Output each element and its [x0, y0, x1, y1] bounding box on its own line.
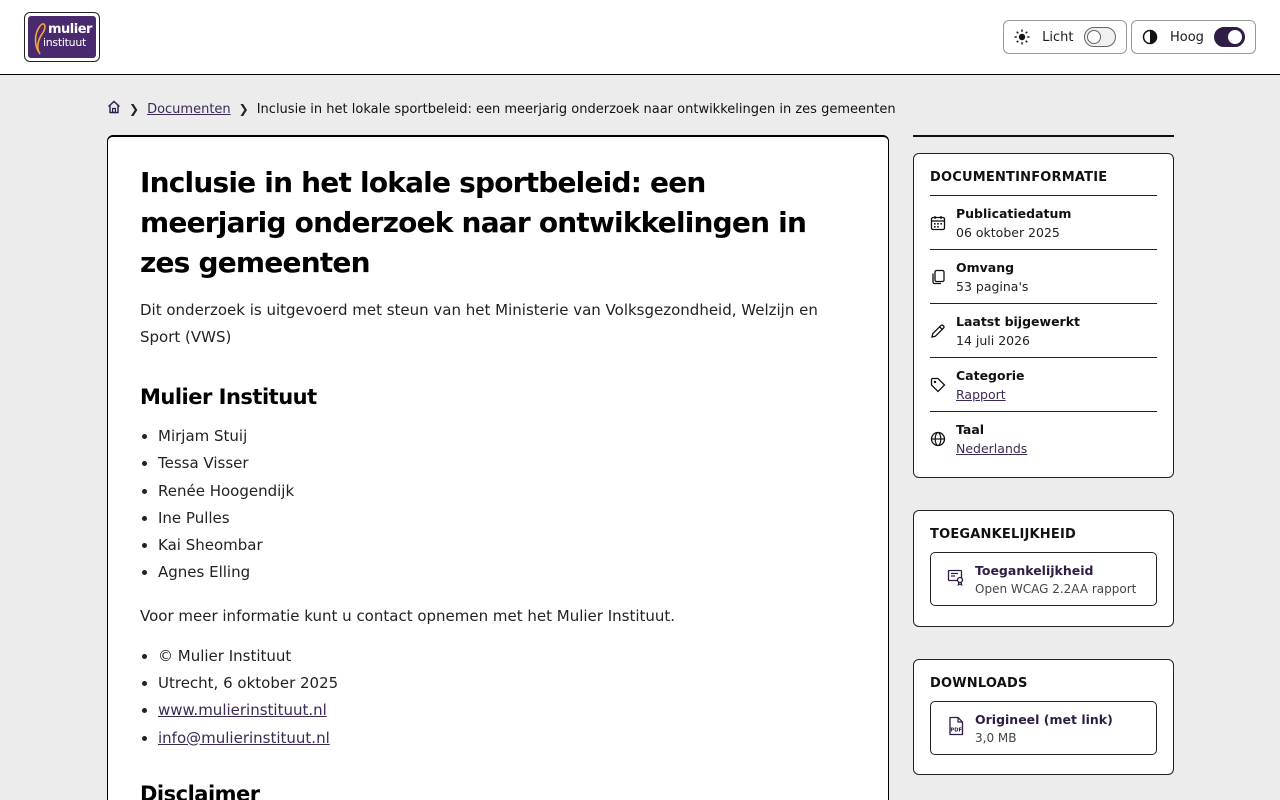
list-item: Mirjam Stuij	[158, 423, 856, 450]
pdf-icon: PDF	[947, 716, 965, 740]
section-heading: Mulier Instituut	[140, 385, 317, 409]
download-size: 3,0 MB	[975, 730, 1017, 745]
info-label: Laatst bijgewerkt	[956, 313, 1080, 329]
list-item: Kai Sheombar	[158, 532, 856, 559]
info-value: 14 juli 2026	[956, 332, 1031, 348]
download-title: Origineel (met link)	[975, 711, 1113, 727]
high-contrast-switch[interactable]	[1213, 27, 1245, 47]
download-original-button[interactable]: PDF Origineel (met link) 3,0 MB	[930, 701, 1157, 755]
list-item: Ine Pulles	[158, 505, 856, 532]
info-row-taal: Taal Nederlands	[930, 412, 1157, 466]
sun-icon	[1014, 28, 1030, 46]
mulier-logo: mulier instituut	[28, 16, 96, 58]
wcag-report-button[interactable]: Toegankelijkheid Open WCAG 2.2AA rapport	[930, 552, 1157, 606]
info-label: Omvang	[956, 259, 1015, 275]
info-value: 53 pagina's	[956, 278, 1029, 294]
list-item: Agnes Elling	[158, 559, 856, 586]
wcag-report-title: Toegankelijkheid	[975, 562, 1094, 578]
breadcrumb-documenten-link[interactable]: Documenten	[147, 102, 231, 117]
downloads-heading: DOWNLOADS	[930, 676, 1028, 691]
info-value: 06 oktober 2025	[956, 224, 1060, 240]
info-label: Taal	[956, 422, 985, 437]
high-contrast-toggle[interactable]: Hoog	[1131, 20, 1256, 54]
language-link[interactable]: Nederlands	[956, 441, 1027, 456]
contrast-icon	[1142, 28, 1158, 46]
info-label: Categorie	[956, 367, 1025, 383]
meta-list: © Mulier Instituut Utrecht, 6 oktober 20…	[140, 643, 856, 752]
website-link[interactable]: www.mulierinstituut.nl	[158, 701, 327, 719]
downloads-panel: DOWNLOADS PDF Origineel (met link) 3,0 M…	[913, 659, 1174, 775]
info-row-publicatiedatum: Publicatiedatum 06 oktober 2025	[930, 196, 1157, 250]
email-link[interactable]: info@mulierinstituut.nl	[158, 729, 330, 747]
pencil-icon	[930, 323, 956, 339]
sidebar-top-rule	[913, 135, 1174, 137]
disclaimer-heading: Disclaimer	[140, 781, 260, 800]
accessibility-panel: TOEGANKELIJKHEID Toegankelijkheid Open W…	[913, 510, 1174, 627]
author-list: Mirjam Stuij Tessa Visser Renée Hoogendi…	[140, 423, 856, 587]
wcag-report-subtitle: Open WCAG 2.2AA rapport	[975, 581, 1137, 596]
page-subtitle: Dit onderzoek is uitgevoerd met steun va…	[140, 301, 818, 346]
light-mode-toggle[interactable]: Licht	[1003, 20, 1127, 54]
list-item: Tessa Visser	[158, 450, 856, 477]
contact-text: Voor meer informatie kunt u contact opne…	[140, 606, 676, 625]
logo-text-line1: mulier	[48, 22, 92, 37]
tag-icon	[930, 377, 956, 393]
logo-link[interactable]: mulier instituut	[24, 12, 100, 62]
info-row-laatst-bijgewerkt: Laatst bijgewerkt 14 juli 2026	[930, 304, 1157, 358]
info-row-categorie: Categorie Rapport	[930, 358, 1157, 412]
info-label: Publicatiedatum	[956, 205, 1072, 221]
breadcrumb: ❯ Documenten ❯ Inclusie in het lokale sp…	[107, 100, 896, 118]
pages-icon	[930, 269, 956, 285]
website-item: www.mulierinstituut.nl	[158, 697, 856, 724]
certificate-icon	[947, 568, 965, 590]
high-contrast-label: Hoog	[1170, 29, 1204, 45]
place-date-item: Utrecht, 6 oktober 2025	[158, 670, 856, 697]
light-mode-label: Licht	[1042, 29, 1074, 45]
globe-icon	[930, 431, 956, 447]
document-content: Inclusie in het lokale sportbeleid: een …	[107, 135, 889, 800]
category-link[interactable]: Rapport	[956, 387, 1025, 402]
breadcrumb-separator: ❯	[238, 102, 249, 116]
light-mode-switch[interactable]	[1083, 27, 1116, 47]
accessibility-heading: TOEGANKELIJKHEID	[930, 527, 1076, 542]
copyright-item: © Mulier Instituut	[158, 643, 856, 670]
calendar-icon	[930, 215, 956, 231]
page-title: Inclusie in het lokale sportbeleid: een …	[140, 166, 807, 279]
breadcrumb-separator: ❯	[129, 102, 140, 116]
email-item: info@mulierinstituut.nl	[158, 725, 856, 752]
info-row-omvang: Omvang 53 pagina's	[930, 250, 1157, 304]
svg-text:PDF: PDF	[950, 728, 962, 734]
document-info-panel: DOCUMENTINFORMATIE Publicatiedatum 06 ok…	[913, 153, 1174, 478]
list-item: Renée Hoogendijk	[158, 478, 856, 505]
breadcrumb-current: Inclusie in het lokale sportbeleid: een …	[256, 101, 896, 117]
logo-text-line2: instituut	[43, 36, 86, 49]
home-icon[interactable]	[107, 100, 121, 118]
top-bar: mulier instituut Licht Hoog	[0, 0, 1280, 75]
docinfo-heading: DOCUMENTINFORMATIE	[930, 170, 1157, 196]
